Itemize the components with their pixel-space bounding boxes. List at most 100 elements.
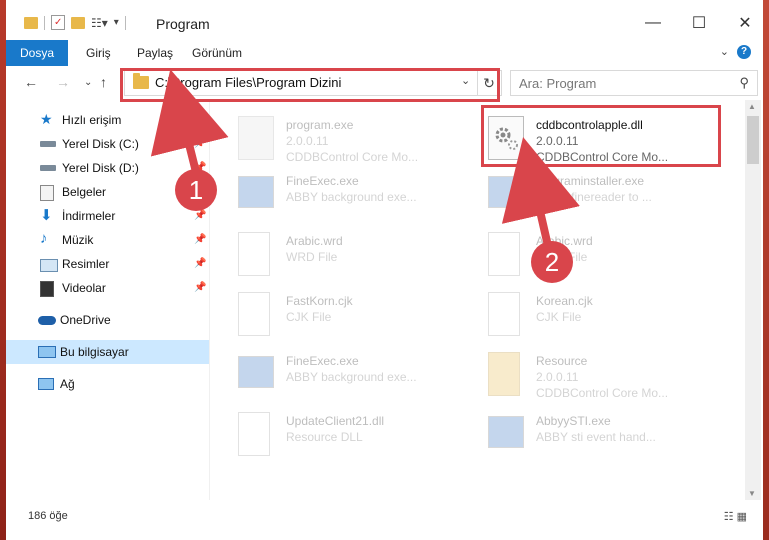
file-item[interactable]: programinstaller.exe ABBY finereader to …	[480, 164, 720, 222]
sidebar-item-label: Belgeler	[62, 185, 107, 199]
window-title: Program	[156, 16, 210, 32]
toolbar-divider	[124, 15, 126, 30]
videos-icon	[40, 281, 54, 297]
tab-view[interactable]: Görünüm	[192, 40, 242, 66]
sidebar-item-label: Ağ	[60, 377, 75, 391]
cloud-icon	[38, 316, 56, 325]
maximize-button[interactable]: ☐	[676, 8, 722, 38]
folder-icon[interactable]	[24, 16, 38, 29]
tab-share[interactable]: Paylaş	[137, 40, 173, 66]
item-count: 186 öğe	[28, 510, 68, 522]
file-item[interactable]: AbbyySTI.exe ABBY sti event hand...	[480, 404, 720, 462]
file-name: program.exe	[286, 118, 354, 132]
properties-icon[interactable]: ✓	[51, 15, 65, 30]
file-description: Resource DLL	[286, 430, 363, 444]
exe-icon	[238, 116, 274, 160]
file-item[interactable]: FineExec.exe ABBY background exe...	[230, 344, 470, 402]
file-item[interactable]: FastKorn.cjk CJK File	[230, 284, 470, 342]
sidebar-item-label: Müzik	[62, 233, 94, 247]
file-icon	[488, 292, 520, 336]
file-name: Arabic.wrd	[286, 234, 343, 248]
scroll-up-icon[interactable]: ▲	[748, 102, 756, 111]
network-icon	[38, 378, 54, 390]
search-input[interactable]: Ara: Program ⚲	[510, 70, 758, 96]
recent-locations-icon[interactable]: ⌄	[84, 77, 92, 88]
minimize-button[interactable]: —	[630, 8, 676, 38]
drive-icon	[40, 165, 56, 171]
file-description: WRD File	[286, 250, 338, 264]
wallpaper-right	[763, 0, 769, 540]
view-toggle-icons[interactable]: ☷ ▦	[724, 510, 747, 523]
file-item[interactable]: Korean.cjk CJK File	[480, 284, 720, 342]
file-item[interactable]: FineExec.exe ABBY background exe...	[230, 164, 470, 222]
sidebar-item-label: Yerel Disk (D:)	[62, 161, 139, 175]
file-name: FastKorn.cjk	[286, 294, 353, 308]
download-icon: ⬇	[40, 207, 53, 224]
pin-icon[interactable]: 📌	[194, 258, 206, 269]
pin-icon[interactable]: 📌	[194, 282, 206, 293]
sidebar-item-label: Resimler	[62, 257, 110, 271]
search-placeholder: Ara: Program	[519, 76, 597, 91]
sidebar-item-videos[interactable]: Videolar 📌	[6, 276, 209, 300]
explorer-window: ✓ ☷▾ ▾ Program — ☐ ✕ Dosya Giriş Paylaş …	[0, 0, 769, 540]
file-version: 2.0.0.11	[286, 134, 329, 148]
sidebar-item-pictures[interactable]: Resimler 📌	[6, 252, 209, 276]
sidebar-item-downloads[interactable]: ⬇ İndirmeler 📌	[6, 204, 209, 228]
file-item[interactable]: program.exe 2.0.0.11 CDDBControl Core Mo…	[230, 108, 470, 166]
search-icon[interactable]: ⚲	[739, 75, 749, 91]
file-description: ABBY finereader to ...	[536, 190, 652, 204]
exe-icon	[238, 356, 274, 388]
pin-icon[interactable]: 📌	[194, 210, 206, 221]
vertical-scrollbar[interactable]: ▲ ▼	[745, 100, 761, 500]
pin-icon[interactable]: 📌	[194, 234, 206, 245]
sidebar-item-local-disk-c[interactable]: Yerel Disk (C:) 📌	[6, 132, 209, 156]
file-name: UpdateClient21.dll	[286, 414, 385, 428]
scroll-down-icon[interactable]: ▼	[748, 489, 756, 498]
forward-arrow-icon[interactable]: →	[56, 74, 70, 90]
ribbon-tabs: Dosya Giriş Paylaş Görünüm ⌄ ?	[6, 40, 763, 67]
file-name: Resource	[536, 354, 588, 368]
file-name: Korean.cjk	[536, 294, 593, 308]
back-arrow-icon[interactable]: ←	[24, 74, 38, 90]
sidebar-item-quick-access[interactable]: ★ Hızlı erişim	[6, 108, 209, 132]
view-menu-icon[interactable]: ☷▾	[91, 16, 108, 30]
pin-icon[interactable]: 📌	[194, 138, 206, 149]
file-item[interactable]: Arabic.wrd WRD File	[230, 224, 470, 282]
file-description: ABBY sti event hand...	[536, 430, 656, 444]
music-icon: ♪	[40, 230, 48, 247]
tab-home[interactable]: Giriş	[86, 40, 111, 66]
sidebar-item-network[interactable]: Ağ	[6, 372, 209, 396]
file-description: CJK File	[286, 310, 332, 324]
help-icon[interactable]: ?	[737, 45, 751, 59]
file-item[interactable]: Resource 2.0.0.11 CDDBControl Core Mo...	[480, 344, 720, 402]
file-item[interactable]: UpdateClient21.dll Resource DLL	[230, 404, 470, 462]
tab-file[interactable]: Dosya	[6, 40, 69, 66]
status-bar: 186 öğe ☷ ▦	[6, 500, 763, 540]
new-folder-icon[interactable]	[71, 16, 85, 29]
sidebar-item-music[interactable]: ♪ Müzik 📌	[6, 228, 209, 252]
sidebar-item-this-pc[interactable]: Bu bilgisayar	[6, 340, 209, 364]
sidebar-item-label: Yerel Disk (C:)	[62, 137, 139, 151]
customize-dropdown-icon[interactable]: ▾	[114, 17, 119, 28]
scroll-thumb[interactable]	[747, 116, 759, 164]
file-icon	[238, 232, 270, 276]
file-description: CJK File	[536, 310, 582, 324]
star-icon: ★	[40, 111, 53, 127]
up-arrow-icon[interactable]: ↑	[100, 74, 107, 90]
title-bar: ✓ ☷▾ ▾ Program — ☐ ✕	[6, 0, 763, 40]
close-button[interactable]: ✕	[722, 8, 768, 38]
file-icon	[238, 292, 270, 336]
file-name: FineExec.exe	[286, 354, 359, 368]
expand-ribbon-icon[interactable]: ⌄	[720, 45, 729, 58]
file-item[interactable]: Arabic.wrd WRD File	[480, 224, 720, 282]
exe-icon	[488, 416, 524, 448]
file-description: ABBY background exe...	[286, 190, 417, 204]
dll-gear-icon	[238, 412, 270, 456]
sidebar-item-onedrive[interactable]: OneDrive	[6, 308, 209, 332]
file-name: programinstaller.exe	[536, 174, 645, 188]
navigation-pane: ★ Hızlı erişim Yerel Disk (C:) 📌 Yerel D…	[6, 100, 210, 500]
file-icon	[488, 232, 520, 276]
address-highlight-box	[120, 68, 500, 102]
step-badge-1: 1	[175, 169, 217, 211]
folder-icon	[488, 352, 520, 396]
